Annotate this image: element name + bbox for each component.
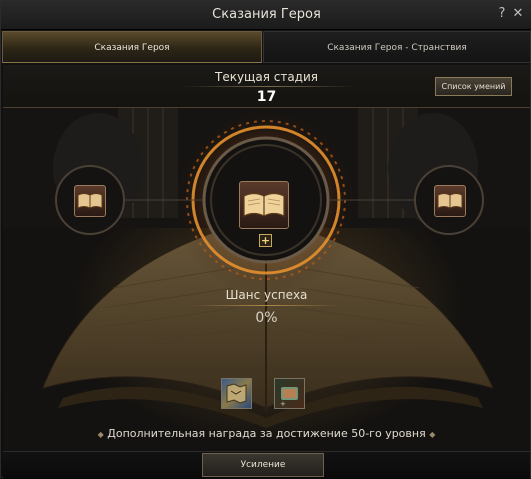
map-icon bbox=[226, 383, 247, 404]
add-material-button[interactable]: + bbox=[259, 234, 272, 247]
book-icon bbox=[77, 193, 103, 209]
diamond-icon: ◆ bbox=[429, 430, 436, 439]
previous-stage-book[interactable] bbox=[74, 185, 106, 217]
svg-text:+: + bbox=[280, 400, 286, 408]
enhance-button[interactable]: Усиление bbox=[202, 453, 324, 477]
close-icon[interactable]: ✕ bbox=[510, 6, 526, 22]
scroll-item-icon[interactable]: + bbox=[274, 378, 305, 409]
diamond-icon: ◆ bbox=[97, 430, 104, 439]
tab-bar: Сказания Героя Сказания Героя - Странств… bbox=[1, 29, 531, 63]
book-icon bbox=[243, 192, 285, 217]
window-title: Сказания Героя bbox=[212, 7, 321, 22]
skill-list-button[interactable]: Список умений bbox=[435, 77, 512, 96]
success-chance-value: 0% bbox=[255, 310, 278, 326]
success-chance-label: Шанс успеха bbox=[225, 288, 308, 302]
map-item-icon[interactable] bbox=[221, 378, 252, 409]
scene-background bbox=[3, 108, 530, 451]
scroll-icon: + bbox=[280, 387, 298, 408]
stage-divider bbox=[183, 86, 355, 87]
success-divider bbox=[191, 305, 341, 306]
bonus-reward-text: Дополнительная награда за достижение 50-… bbox=[107, 427, 426, 440]
help-icon[interactable]: ? bbox=[494, 6, 510, 22]
title-bar[interactable]: Сказания Героя ? ✕ bbox=[1, 1, 531, 30]
tab-hero-tales[interactable]: Сказания Героя bbox=[2, 31, 262, 63]
scene-artwork bbox=[3, 108, 530, 428]
book-icon bbox=[437, 193, 463, 209]
current-stage-book[interactable] bbox=[239, 181, 289, 229]
hero-tales-window: Сказания Героя ? ✕ Сказания Героя Сказан… bbox=[0, 0, 531, 479]
tab-hero-tales-wanderings[interactable]: Сказания Героя - Странствия bbox=[263, 31, 531, 63]
next-stage-book[interactable] bbox=[434, 185, 466, 217]
bonus-reward-caption: ◆ Дополнительная награда за достижение 5… bbox=[1, 427, 531, 440]
